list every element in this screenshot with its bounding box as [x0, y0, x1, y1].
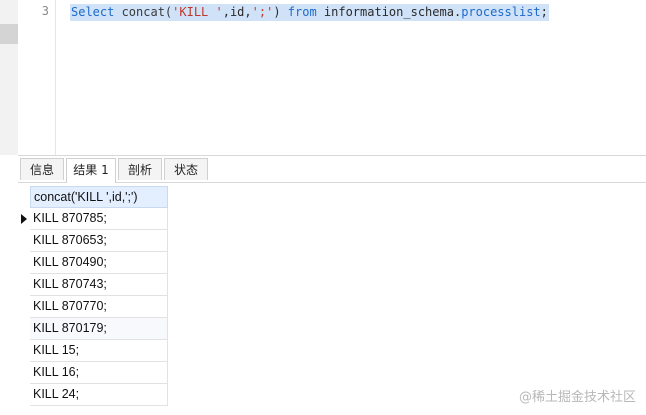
- current-row-arrow-icon: [21, 214, 27, 224]
- table-row[interactable]: KILL 870490;: [18, 252, 168, 274]
- string-semicolon: ';': [251, 5, 274, 19]
- gutter-marker: [0, 24, 18, 44]
- row-indicator: [18, 340, 30, 362]
- result-cell[interactable]: KILL 870770;: [30, 296, 168, 318]
- row-indicator: [18, 318, 30, 340]
- result-cell[interactable]: KILL 870785;: [30, 208, 168, 230]
- code-close-paren: ): [273, 5, 288, 19]
- tab-result-1[interactable]: 结果 1: [66, 158, 116, 183]
- table-row[interactable]: KILL 870770;: [18, 296, 168, 318]
- tab-status[interactable]: 状态: [164, 158, 208, 180]
- row-indicator: [18, 252, 30, 274]
- table-row[interactable]: KILL 16;: [18, 362, 168, 384]
- result-cell[interactable]: KILL 16;: [30, 362, 168, 384]
- sql-code-line[interactable]: Select concat('KILL ',id,';') from infor…: [70, 4, 549, 21]
- watermark: @稀土掘金技术社区: [518, 390, 636, 405]
- result-cell[interactable]: KILL 870743;: [30, 274, 168, 296]
- table-row[interactable]: KILL 870743;: [18, 274, 168, 296]
- function-concat: concat(: [114, 5, 173, 19]
- result-cell[interactable]: KILL 870653;: [30, 230, 168, 252]
- line-number: 3: [41, 4, 49, 18]
- result-cell[interactable]: KILL 870490;: [30, 252, 168, 274]
- tab-profile[interactable]: 剖析: [118, 158, 162, 180]
- string-kill: 'KILL ': [172, 5, 223, 19]
- table-row[interactable]: KILL 15;: [18, 340, 168, 362]
- keyword-select: Select: [71, 5, 115, 19]
- row-indicator: [18, 208, 30, 230]
- code-table: processlist: [461, 5, 541, 19]
- keyword-from: from: [287, 5, 317, 19]
- code-id-part: ,id,: [222, 5, 252, 19]
- code-schema: information_schema.: [316, 5, 462, 19]
- row-indicator: [18, 230, 30, 252]
- column-header[interactable]: concat('KILL ',id,';'): [30, 186, 168, 208]
- table-row[interactable]: KILL 870653;: [18, 230, 168, 252]
- table-row[interactable]: KILL 870785;: [18, 208, 168, 230]
- table-row[interactable]: KILL 870179;: [18, 318, 168, 340]
- row-indicator: [18, 274, 30, 296]
- table-row[interactable]: KILL 24;: [18, 384, 168, 406]
- result-cell[interactable]: KILL 15;: [30, 340, 168, 362]
- result-cell[interactable]: KILL 870179;: [30, 318, 168, 340]
- code-end: ;: [540, 5, 548, 19]
- result-tab-bar: 信息 结果 1 剖析 状态: [18, 155, 646, 183]
- line-number-gutter: 3: [18, 0, 56, 155]
- result-cell[interactable]: KILL 24;: [30, 384, 168, 406]
- tab-info[interactable]: 信息: [20, 158, 64, 180]
- row-indicator: [18, 362, 30, 384]
- row-indicator: [18, 384, 30, 406]
- row-indicator: [18, 296, 30, 318]
- sql-editor[interactable]: 3 Select concat('KILL ',id,';') from inf…: [0, 0, 646, 155]
